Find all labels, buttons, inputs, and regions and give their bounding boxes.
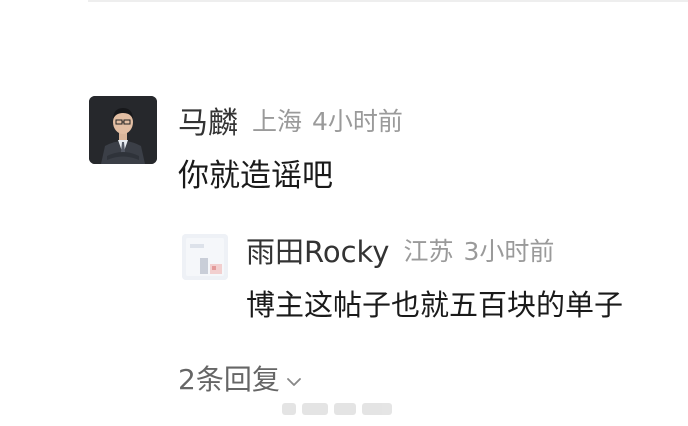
comment-text: 你就造谣吧	[178, 158, 333, 194]
reply-time: 3小时前	[463, 237, 555, 266]
comment-location: 上海	[252, 107, 303, 136]
reply-avatar[interactable]	[182, 234, 228, 280]
watermark-block	[302, 403, 328, 415]
watermark	[282, 400, 398, 418]
image-placeholder-icon	[182, 234, 228, 280]
watermark-block	[282, 403, 296, 415]
top-divider	[88, 0, 688, 2]
more-replies-label: 2条回复	[178, 363, 280, 396]
reply-header: 雨田Rocky 江苏 3小时前	[246, 230, 554, 270]
comment-time: 4小时前	[312, 107, 403, 136]
avatar-person-icon	[89, 96, 157, 164]
watermark-block	[362, 403, 392, 415]
more-replies-button[interactable]: 2条回复	[178, 358, 302, 398]
chevron-down-icon	[286, 362, 302, 395]
comment-header: 马麟 上海 4小时前	[178, 98, 403, 142]
reply-text: 博主这帖子也就五百块的单子	[246, 288, 624, 322]
avatar[interactable]	[89, 96, 157, 164]
reply-location: 江苏	[403, 237, 454, 266]
reply-author-name[interactable]: 雨田Rocky	[246, 229, 389, 271]
comment-author-name[interactable]: 马麟	[178, 98, 238, 142]
watermark-block	[334, 403, 356, 415]
